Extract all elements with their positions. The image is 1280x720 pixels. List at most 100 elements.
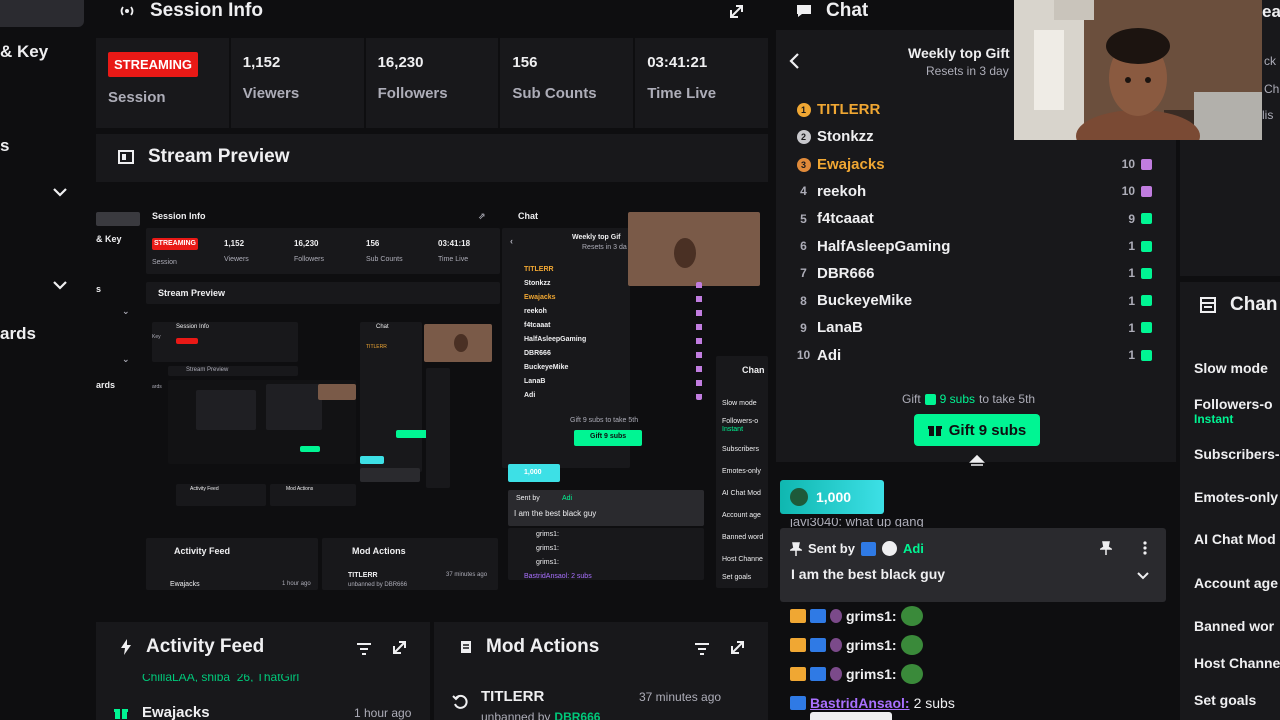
pinned-message[interactable]: Sent by Adi I am the best black guy — [780, 528, 1166, 602]
popout-icon[interactable] — [392, 640, 407, 655]
popout-icon[interactable] — [729, 4, 744, 19]
mini2-chan — [426, 368, 450, 488]
avatar-badge-icon — [830, 638, 842, 652]
chat-title: Chat — [826, 0, 869, 21]
mini-gift-button-text: Gift 9 subs — [590, 433, 627, 440]
leaderboard-row[interactable]: 6 HalfAsleepGaming 1 — [790, 233, 1152, 260]
leaderboard-row[interactable]: 5 f4tcaaat 9 — [790, 205, 1152, 232]
stat-label: Sub Counts — [512, 85, 597, 102]
chevron-down-icon[interactable] — [52, 184, 68, 200]
more-options-icon[interactable] — [1143, 541, 1147, 555]
mini-popout-icon: ⇗ — [478, 211, 486, 221]
stat-label: Followers — [377, 85, 448, 102]
mini-lb-name: DBR666 — [524, 350, 551, 357]
leaderboard-rank: 2 — [790, 129, 817, 145]
chat-cut-message: javi3040: what up gang — [790, 518, 924, 527]
mini-hype-text: 1,000 — [524, 469, 542, 476]
leaderboard-row[interactable]: 3 Ewajacks 10 — [790, 151, 1152, 178]
setting-followers-only[interactable]: Followers-o — [1194, 396, 1273, 412]
mini2-gift-btn — [396, 430, 430, 438]
setting-slow-mode[interactable]: Slow mode — [1194, 360, 1268, 376]
sub-badge-icon — [810, 667, 826, 681]
popout-icon[interactable] — [730, 640, 745, 655]
gift-icon — [927, 426, 942, 436]
pinned-sender: Adi — [902, 541, 924, 556]
stream-preview-video[interactable]: & Key s ards ⌄ ⌄ Session Info ⇗ STREAMIN… — [96, 184, 768, 596]
chevron-down-icon[interactable] — [52, 277, 68, 293]
sidebar-top-item[interactable] — [0, 0, 84, 27]
session-info-panel: Session Info STREAMING Session 1,152 Vie… — [96, 0, 768, 128]
crown-badge-icon — [790, 609, 806, 623]
leaderboard-row[interactable]: 9 LanaB 1 — [790, 314, 1152, 341]
mod-item-sub: unbanned by DBR666 — [481, 710, 600, 720]
chat-username[interactable]: grims1: — [846, 608, 897, 624]
mod-actions-title: Mod Actions — [486, 636, 600, 657]
mini-badge-text: STREAMING — [154, 240, 196, 247]
back-arrow-icon[interactable] — [788, 52, 800, 70]
mini2-preview-title: Stream Preview — [186, 367, 229, 373]
stat-value: 16,230 — [377, 54, 424, 71]
mini-chan-label: Followers-o — [722, 418, 759, 425]
filter-icon[interactable] — [694, 642, 710, 656]
setting-emotes-only[interactable]: Emotes-only — [1194, 489, 1278, 505]
leaderboard-row[interactable]: 8 BuckeyeMike 1 — [790, 287, 1152, 314]
activity-feed-panel: Activity Feed ChillaLAA, shiba_26, ThatG… — [96, 622, 430, 720]
chat-username[interactable]: BastridAnsaol: — [810, 695, 910, 711]
mini-msg: grims1: — [536, 545, 559, 552]
leaderboard-count: 1 — [1128, 293, 1135, 308]
mini-stat-value: 156 — [366, 239, 380, 248]
mini-stat-label: Time Live — [438, 256, 469, 263]
leaderboard-rank: 5 — [800, 211, 807, 226]
pinned-text: I am the best black guy — [791, 566, 946, 582]
mini-lb-name: f4tcaaat — [524, 322, 551, 329]
setting-ai-chat-mod[interactable]: AI Chat Mod — [1194, 531, 1276, 547]
gift-subs-button[interactable]: Gift 9 subs — [914, 414, 1040, 446]
leaderboard-rank: 10 — [796, 348, 811, 363]
chat-username[interactable]: grims1: — [846, 666, 897, 682]
sidebar-item-key[interactable]: & Key — [0, 42, 48, 62]
gift-prompt-suffix: to take 5th — [979, 392, 1036, 406]
channel-settings-title: Chan — [1230, 294, 1278, 315]
mini-mod-time: 37 minutes ago — [446, 572, 488, 578]
leaderboard-name: reekoh — [817, 182, 867, 200]
mod-item-moderator: DBR666 — [554, 710, 601, 720]
pin-icon[interactable] — [1100, 541, 1112, 555]
filter-icon[interactable] — [356, 642, 372, 656]
leaderboard-row[interactable]: 10 Adi 1 — [790, 342, 1152, 369]
activity-feed-title: Activity Feed — [146, 636, 265, 657]
stat-value: 1,152 — [242, 54, 281, 71]
setting-banned-words[interactable]: Banned wor — [1194, 618, 1274, 634]
leaderboard-row[interactable]: 4 reekoh 10 — [790, 178, 1152, 205]
pin-icon — [790, 541, 802, 556]
mini-stat-value: 1,152 — [224, 239, 245, 248]
sub-count-text: 2 subs — [913, 695, 955, 711]
setting-subscribers-only[interactable]: Subscribers- — [1194, 446, 1280, 462]
mini3-gift — [300, 446, 320, 452]
mini3-chat — [266, 384, 322, 430]
mini-lb-name: HalfAsleepGaming — [524, 336, 587, 343]
setting-set-goals[interactable]: Set goals — [1194, 692, 1256, 708]
leaderboard-row[interactable]: 7 DBR666 1 — [790, 260, 1152, 287]
chat-username[interactable]: grims1: — [846, 637, 897, 653]
mini-activity-time: 1 hour ago — [282, 581, 311, 587]
chevron-down-icon[interactable] — [1137, 572, 1149, 580]
sidebar-item-s[interactable]: s — [0, 136, 9, 156]
partner-badge-icon — [860, 541, 876, 556]
gift-prompt-count: 9 subs — [939, 392, 976, 406]
mini-sidebar-s: s — [96, 284, 102, 294]
stat-label: Time Live — [647, 85, 717, 102]
session-info-header: Session Info — [96, 0, 768, 36]
chat-sub-message: BastridAnsaol: 2 subs — [790, 695, 955, 711]
mini-activity-item: Ewajacks — [170, 581, 200, 588]
collapse-icon[interactable] — [969, 454, 985, 468]
hype-train-bar[interactable]: 1,000 — [780, 480, 884, 514]
sidebar-item-ards[interactable]: ards — [0, 324, 36, 344]
mini-stat-value: 16,230 — [294, 239, 319, 248]
setting-account-age[interactable]: Account age — [1194, 575, 1278, 591]
mod-actions-panel: Mod Actions TITLERR unbanned by DBR666 3… — [434, 622, 768, 720]
mini-sent-by: Sent by — [516, 495, 540, 502]
mini-stat-label: Sub Counts — [366, 256, 403, 263]
gift-prompt: Gift 9 subs to take 5th — [902, 392, 1035, 406]
mini-mod-title: Mod Actions — [352, 546, 406, 556]
setting-host-channel[interactable]: Host Channe — [1194, 655, 1280, 671]
